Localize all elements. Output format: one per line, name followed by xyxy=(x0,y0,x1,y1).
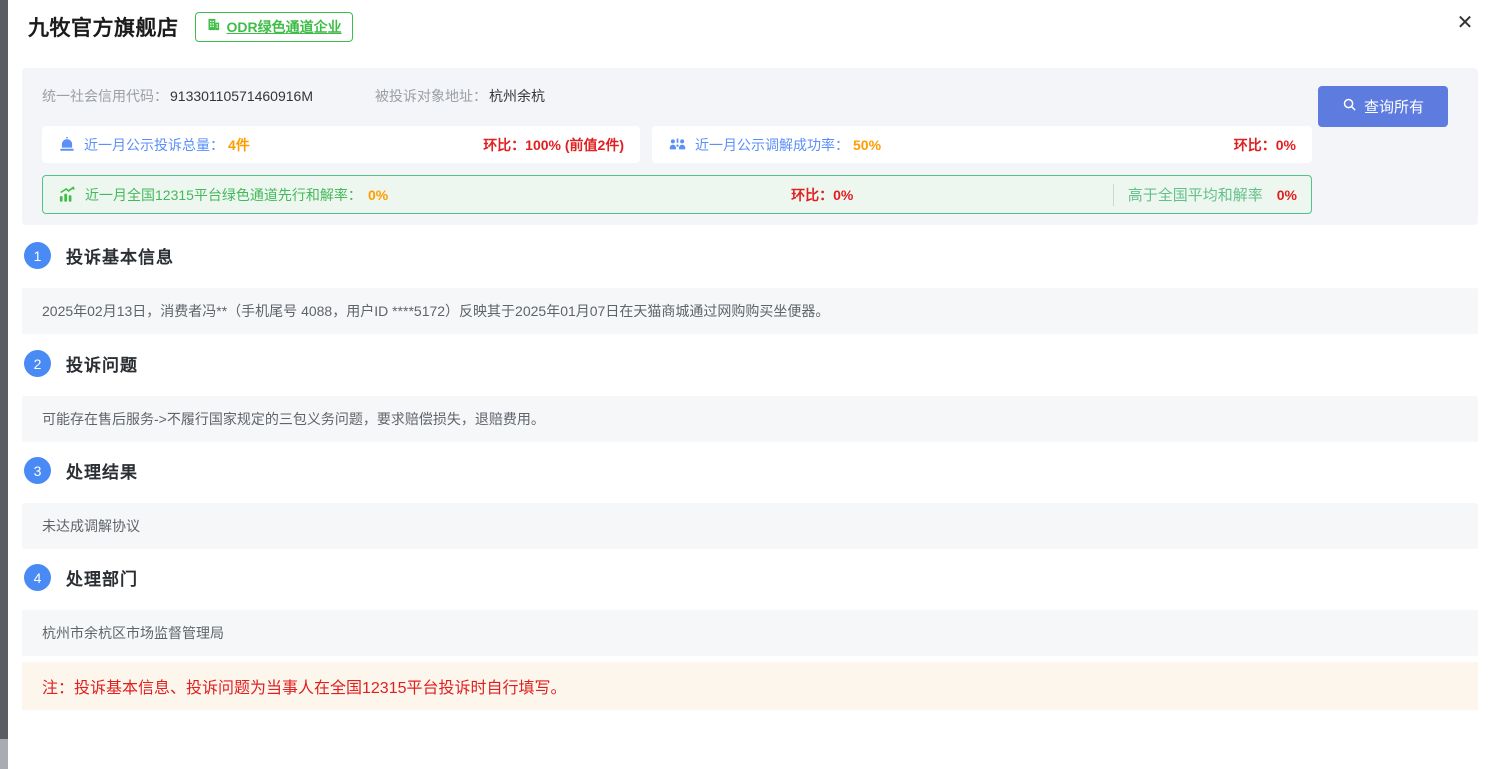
complaint-total-label: 近一月公示投诉总量： xyxy=(84,135,224,155)
odr-green-channel-badge[interactable]: ODR绿色通道企业 xyxy=(195,12,353,42)
stat-mediation-rate: 近一月公示调解成功率： 50% 环比：0% xyxy=(652,126,1312,163)
complaint-total-value: 4件 xyxy=(228,135,250,155)
mediation-rate-value: 50% xyxy=(853,137,881,153)
section-title: 处理结果 xyxy=(66,458,138,483)
section-header-department: 4 处理部门 xyxy=(24,564,138,591)
scrollbar-track-end xyxy=(0,739,8,769)
complaint-detail-modal: 九牧官方旗舰店 ODR绿色通道企业 ✕ 统一社会信用代码： 9133011057… xyxy=(8,0,1498,769)
green-channel-mom: 环比：0% xyxy=(791,185,853,205)
section-header-basic-info: 1 投诉基本信息 xyxy=(24,242,174,269)
section-body-basic-info: 2025年02月13日，消费者冯**（手机尾号 4088，用户ID ****51… xyxy=(22,288,1478,334)
section-number-badge: 4 xyxy=(24,564,51,591)
credit-code-label: 统一社会信用代码： xyxy=(42,86,168,106)
address-value: 杭州余杭 xyxy=(489,86,545,106)
green-channel-compare: 高于全国平均和解率 0% xyxy=(1113,176,1297,213)
compare-label: 高于全国平均和解率 xyxy=(1128,184,1263,205)
people-icon xyxy=(668,136,687,153)
section-body-department: 杭州市余杭区市场监督管理局 xyxy=(22,610,1478,656)
shop-title: 九牧官方旗舰店 xyxy=(28,12,179,42)
stat-complaint-total: 近一月公示投诉总量： 4件 环比：100% (前值2件) xyxy=(42,126,640,163)
modal-header: 九牧官方旗舰店 ODR绿色通道企业 xyxy=(28,12,353,42)
section-header-result: 3 处理结果 xyxy=(24,457,138,484)
section-number-badge: 2 xyxy=(24,350,51,377)
stat-row: 近一月公示投诉总量： 4件 环比：100% (前值2件) 近一月公示调解成功率：… xyxy=(42,126,1312,163)
green-channel-value: 0% xyxy=(368,187,388,203)
mediation-rate-label: 近一月公示调解成功率： xyxy=(695,135,849,155)
section-number-badge: 1 xyxy=(24,242,51,269)
mediation-rate-mom: 环比：0% xyxy=(1234,135,1296,155)
vertical-divider xyxy=(1113,184,1114,206)
compare-value: 0% xyxy=(1277,187,1297,203)
credit-code-value: 91330110571460916M xyxy=(170,88,313,104)
footnote: 注：投诉基本信息、投诉问题为当事人在全国12315平台投诉时自行填写。 xyxy=(22,662,1478,710)
summary-panel: 统一社会信用代码： 91330110571460916M 被投诉对象地址： 杭州… xyxy=(22,68,1478,225)
building-icon xyxy=(206,17,221,37)
alarm-icon xyxy=(58,136,76,154)
stat-green-channel: 近一月全国12315平台绿色通道先行和解率： 0% 环比：0% 高于全国平均和解… xyxy=(42,175,1312,214)
section-number-badge: 3 xyxy=(24,457,51,484)
section-body-result: 未达成调解协议 xyxy=(22,503,1478,549)
section-title: 投诉基本信息 xyxy=(66,243,174,268)
address-label: 被投诉对象地址： xyxy=(375,86,487,106)
odr-badge-label: ODR绿色通道企业 xyxy=(227,17,342,37)
query-all-label: 查询所有 xyxy=(1364,96,1424,117)
close-icon[interactable]: ✕ xyxy=(1452,10,1478,36)
left-scrollbar[interactable] xyxy=(0,0,8,769)
search-icon xyxy=(1342,97,1357,116)
query-all-button[interactable]: 查询所有 xyxy=(1318,86,1448,127)
section-body-complaint-issue: 可能存在售后服务->不履行国家规定的三包义务问题，要求赔偿损失，退赔费用。 xyxy=(22,396,1478,442)
section-title: 投诉问题 xyxy=(66,351,138,376)
section-header-complaint-issue: 2 投诉问题 xyxy=(24,350,138,377)
identity-row: 统一社会信用代码： 91330110571460916M 被投诉对象地址： 杭州… xyxy=(42,86,1462,106)
section-title: 处理部门 xyxy=(66,565,138,590)
bar-chart-icon xyxy=(57,185,77,204)
complaint-total-mom: 环比：100% (前值2件) xyxy=(483,135,624,155)
green-channel-label: 近一月全国12315平台绿色通道先行和解率： xyxy=(85,185,362,205)
